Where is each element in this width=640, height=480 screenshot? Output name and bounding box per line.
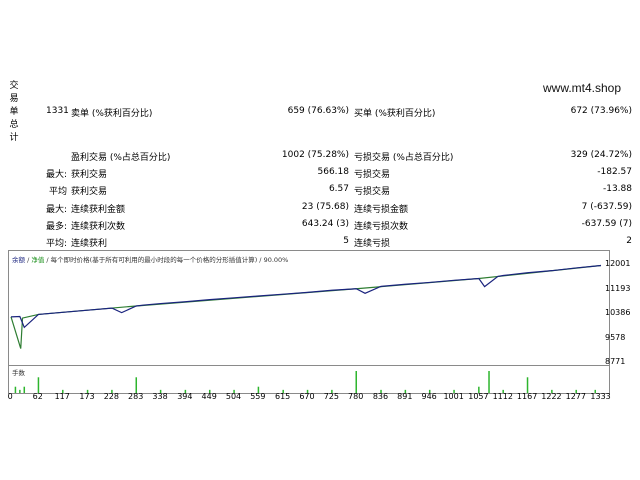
stat-label-left: 盈利交易 (%占总百分比) bbox=[71, 153, 171, 163]
x-tick-label: 173 bbox=[79, 392, 95, 401]
x-tick-label: 670 bbox=[299, 392, 315, 401]
stat-value-right: 672 (73.96%) bbox=[570, 106, 632, 116]
x-tick-label: 1112 bbox=[492, 392, 513, 401]
stat-value-left: 5 bbox=[343, 236, 349, 246]
x-tick-label: 1057 bbox=[468, 392, 489, 401]
stat-label-right: 连续亏损次数 bbox=[354, 222, 409, 232]
volume-bar bbox=[355, 371, 357, 393]
legend-quality: 90.00% bbox=[263, 256, 289, 264]
stat-label-left: 连续获利 bbox=[71, 239, 108, 249]
stat-label-left: 卖单 (%获利百分比) bbox=[71, 109, 153, 119]
x-tick-label: 1333 bbox=[590, 392, 611, 401]
x-tick-label: 0 bbox=[7, 392, 13, 401]
stat-label-right: 连续亏损金额 bbox=[354, 205, 409, 215]
stat-prefix: 最多: bbox=[45, 222, 67, 232]
stat-label-right: 买单 (%获利百分比) bbox=[354, 109, 436, 119]
y-tick-label: 9578 bbox=[605, 332, 626, 342]
stat-value-left: 6.57 bbox=[328, 184, 349, 194]
legend-equity: 净值 bbox=[31, 256, 45, 264]
x-tick-label: 836 bbox=[372, 392, 389, 401]
x-tick-label: 394 bbox=[177, 392, 193, 401]
stat-value-left: 643.24 (3) bbox=[301, 219, 349, 229]
sidebar-vertical-label: 交 易 单 总 计 bbox=[8, 80, 20, 145]
sidebar-char: 易 bbox=[9, 94, 19, 104]
stat-value-right: 329 (24.72%) bbox=[570, 150, 632, 160]
legend-description: 每个即时价格(基于所有可利用的最小时段的每一个价格的分形插值计算) bbox=[50, 256, 258, 264]
stat-value-left: 1002 (75.28%) bbox=[281, 150, 349, 160]
x-tick-label: 1277 bbox=[565, 392, 586, 401]
x-tick-label: 504 bbox=[225, 392, 242, 401]
x-tick-label: 559 bbox=[250, 392, 266, 401]
sidebar-char: 计 bbox=[9, 133, 19, 143]
x-tick-label: 1222 bbox=[541, 392, 562, 401]
stat-label-right: 连续亏损 bbox=[354, 239, 391, 249]
stat-label-left: 获利交易 bbox=[71, 170, 108, 180]
y-tick-label: 12001 bbox=[605, 259, 631, 269]
x-tick-label: 62 bbox=[32, 392, 43, 401]
volume-bar bbox=[19, 389, 21, 393]
stat-label-left: 连续获利次数 bbox=[71, 222, 126, 232]
balance-line bbox=[10, 264, 602, 329]
stat-value-right: -13.88 bbox=[602, 184, 632, 194]
stat-label-right: 亏损交易 bbox=[354, 170, 391, 180]
sidebar-char: 总 bbox=[9, 120, 19, 130]
x-tick-label: 228 bbox=[103, 392, 119, 401]
x-tick-label: 117 bbox=[54, 392, 70, 401]
stat-label-right: 亏损交易 (%占总百分比) bbox=[354, 153, 454, 163]
stat-prefix: 平均 bbox=[48, 187, 67, 197]
x-tick-label: 338 bbox=[152, 392, 168, 401]
volume-bar bbox=[23, 386, 26, 393]
x-tick-label: 891 bbox=[397, 392, 413, 401]
x-tick-label: 946 bbox=[421, 392, 437, 401]
x-tick-label: 1001 bbox=[443, 392, 464, 401]
sidebar-char: 单 bbox=[9, 107, 19, 117]
stat-value-right: 7 (-637.59) bbox=[581, 202, 632, 212]
stat-value-left: 23 (75.68) bbox=[301, 202, 349, 212]
y-tick-label: 8771 bbox=[605, 357, 626, 366]
x-tick-label: 780 bbox=[348, 392, 364, 401]
x-tick-label: 615 bbox=[275, 392, 291, 401]
stat-prefix: 最大: bbox=[45, 170, 67, 180]
stat-label-left: 获利交易 bbox=[71, 187, 108, 197]
volume-label: 手数 bbox=[12, 369, 25, 377]
stat-label-right: 亏损交易 bbox=[354, 187, 391, 197]
chart-legend: 余额 / 净值 / 每个即时价格(基于所有可利用的最小时段的每一个价格的分形插值… bbox=[12, 256, 289, 264]
volume-bar bbox=[526, 377, 529, 393]
x-tick-label: 1167 bbox=[516, 392, 538, 401]
stat-value-right: -637.59 (7) bbox=[581, 219, 632, 229]
volume-bar bbox=[37, 377, 40, 393]
volume-bar bbox=[488, 371, 490, 393]
site-watermark: www.mt4.shop bbox=[543, 81, 622, 95]
stat-prefix: 平均: bbox=[45, 239, 67, 249]
stat-prefix: 最大: bbox=[45, 205, 67, 215]
sidebar-char: 交 bbox=[9, 81, 19, 91]
y-tick-label: 11193 bbox=[605, 283, 631, 293]
x-tick-label: 449 bbox=[201, 392, 217, 401]
volume-bar bbox=[135, 377, 138, 393]
x-tick-label: 283 bbox=[128, 392, 144, 401]
stat-value-right: 2 bbox=[626, 236, 632, 246]
total-trades-value: 1331 bbox=[46, 106, 69, 116]
volume-panel bbox=[8, 365, 610, 394]
y-tick-label: 10386 bbox=[605, 308, 631, 318]
stat-value-left: 659 (76.63%) bbox=[287, 106, 349, 116]
x-tick-label: 725 bbox=[323, 392, 339, 401]
stat-value-right: -182.57 bbox=[597, 167, 632, 177]
stat-label-left: 连续获利金额 bbox=[71, 205, 126, 215]
legend-balance: 余额 bbox=[12, 256, 25, 264]
equity-line bbox=[10, 264, 602, 349]
volume-bar bbox=[14, 386, 17, 393]
volume-svg bbox=[14, 371, 596, 393]
stat-value-left: 566.18 bbox=[317, 167, 350, 177]
